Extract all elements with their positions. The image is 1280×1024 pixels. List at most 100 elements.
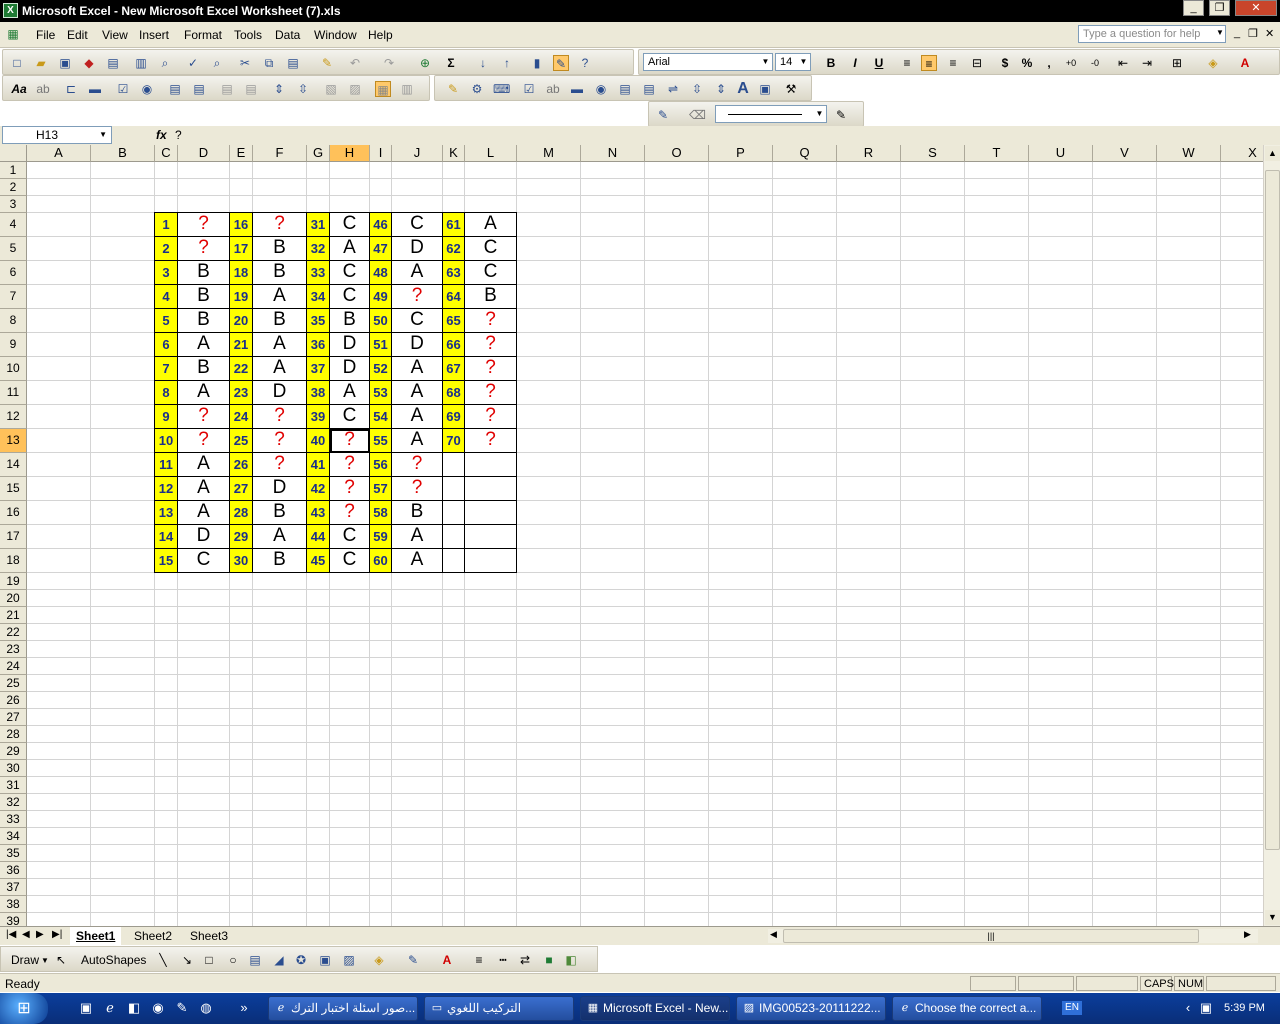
question-number-cell[interactable]: 45 <box>307 549 330 573</box>
question-number-cell[interactable]: 70 <box>443 429 465 453</box>
answer-cell[interactable]: D <box>392 333 443 357</box>
merge-center-icon[interactable]: ⊟ <box>969 55 985 71</box>
chevron-down-icon[interactable]: ▼ <box>41 956 49 965</box>
answer-cell[interactable]: ? <box>465 333 517 357</box>
formula-input[interactable]: ? <box>175 128 182 142</box>
column-header[interactable]: I <box>370 145 392 162</box>
group-box-icon[interactable]: ⊏ <box>63 81 79 97</box>
answer-cell[interactable]: ? <box>178 405 230 429</box>
answer-cell[interactable]: ? <box>392 453 443 477</box>
menu-format[interactable]: Format <box>184 28 222 42</box>
question-number-cell[interactable]: 55 <box>370 429 392 453</box>
question-number-cell[interactable]: 23 <box>230 381 253 405</box>
first-sheet-icon[interactable]: |◀ <box>6 929 16 940</box>
help-dropdown-icon[interactable]: ▼ <box>1216 28 1224 37</box>
increase-decimal-icon[interactable]: +0 <box>1063 55 1079 71</box>
question-number-cell[interactable]: 40 <box>307 429 330 453</box>
language-indicator[interactable]: EN <box>1062 1001 1082 1015</box>
answer-cell[interactable]: C <box>178 549 230 573</box>
underline-icon[interactable]: U <box>871 55 887 71</box>
ax-scroll-bar-icon[interactable]: ⇕ <box>713 81 729 97</box>
column-header[interactable]: N <box>581 145 645 162</box>
answer-cell[interactable] <box>443 501 465 525</box>
answer-cell[interactable]: C <box>330 285 370 309</box>
menu-view[interactable]: View <box>102 28 128 42</box>
align-center-icon[interactable]: ≡ <box>921 55 937 71</box>
command-button-icon[interactable]: ▬ <box>569 81 585 97</box>
question-number-cell[interactable]: 65 <box>443 309 465 333</box>
print-preview-icon[interactable]: ▥ <box>133 55 149 71</box>
question-number-cell[interactable]: 36 <box>307 333 330 357</box>
answer-cell[interactable]: A <box>253 285 307 309</box>
question-number-cell[interactable]: 42 <box>307 477 330 501</box>
preview-icon[interactable]: ⌕ <box>157 55 173 71</box>
font-name-combo[interactable]: Arial ▼ <box>643 53 773 71</box>
toggle-grid-icon[interactable]: ▦ <box>375 81 391 97</box>
answer-cell[interactable] <box>443 525 465 549</box>
combo-list-edit-icon[interactable]: ▤ <box>219 81 235 97</box>
answer-cell[interactable]: A <box>178 501 230 525</box>
task-button-5[interactable]: ℯ Choose the correct a... <box>892 996 1042 1021</box>
menu-file[interactable]: File <box>36 28 55 42</box>
fill-color-icon[interactable]: ◈ <box>1205 55 1221 71</box>
row-header[interactable]: 34 <box>0 828 27 845</box>
menu-help[interactable]: Help <box>368 28 393 42</box>
answer-cell[interactable]: D <box>330 357 370 381</box>
chevron-down-icon[interactable]: ▼ <box>798 55 809 69</box>
answer-cell[interactable]: B <box>330 309 370 333</box>
line-icon[interactable]: ╲ <box>155 952 171 968</box>
row-header[interactable]: 37 <box>0 879 27 896</box>
row-header[interactable]: 27 <box>0 709 27 726</box>
horizontal-scrollbar[interactable]: ◀ ||| ▶ <box>768 929 1258 943</box>
question-number-cell[interactable]: 34 <box>307 285 330 309</box>
more-icon[interactable]: » <box>236 1000 252 1016</box>
answer-cell[interactable]: B <box>253 237 307 261</box>
answer-cell[interactable]: C <box>330 405 370 429</box>
task-button-3[interactable]: ▦ Microsoft Excel - New... <box>580 996 730 1021</box>
question-number-cell[interactable]: 54 <box>370 405 392 429</box>
row-header[interactable]: 9 <box>0 333 27 357</box>
answer-cell[interactable]: D <box>392 237 443 261</box>
question-number-cell[interactable]: 67 <box>443 357 465 381</box>
column-header[interactable]: E <box>230 145 253 162</box>
previous-sheet-icon[interactable]: ◀ <box>22 929 30 940</box>
answer-cell[interactable]: A <box>253 357 307 381</box>
row-header[interactable]: 13 <box>0 429 27 453</box>
chevron-down-icon[interactable]: ▼ <box>760 55 771 69</box>
design-mode-icon[interactable]: ✎ <box>445 81 461 97</box>
shadow-style-icon[interactable]: ■ <box>541 952 557 968</box>
answer-cell[interactable]: C <box>465 237 517 261</box>
question-number-cell[interactable]: 30 <box>230 549 253 573</box>
line-color-icon[interactable]: ✎ <box>833 107 849 123</box>
help-icon[interactable]: ? <box>577 55 593 71</box>
row-header[interactable]: 33 <box>0 811 27 828</box>
answer-cell[interactable]: D <box>253 477 307 501</box>
more-controls-icon[interactable]: ⚒ <box>783 81 799 97</box>
answer-cell[interactable]: C <box>330 261 370 285</box>
answer-cell[interactable] <box>465 453 517 477</box>
answer-cell[interactable]: A <box>392 381 443 405</box>
row-header[interactable]: 7 <box>0 285 27 309</box>
last-sheet-icon[interactable]: ▶| <box>52 929 62 940</box>
italic-icon[interactable]: I <box>847 55 863 71</box>
question-number-cell[interactable]: 68 <box>443 381 465 405</box>
answer-cell[interactable] <box>443 549 465 573</box>
column-header[interactable]: A <box>27 145 91 162</box>
question-number-cell[interactable]: 1 <box>155 213 178 237</box>
answer-cell[interactable]: ? <box>392 285 443 309</box>
ax-image-icon[interactable]: ▣ <box>757 81 773 97</box>
column-header[interactable]: M <box>517 145 581 162</box>
question-number-cell[interactable]: 53 <box>370 381 392 405</box>
answer-cell[interactable]: A <box>330 237 370 261</box>
question-number-cell[interactable]: 15 <box>155 549 178 573</box>
help-search-input[interactable]: Type a question for help <box>1078 25 1226 43</box>
row-header[interactable]: 18 <box>0 549 27 573</box>
internet-explorer-icon[interactable]: ℯ <box>102 1000 118 1016</box>
row-header[interactable]: 8 <box>0 309 27 333</box>
question-number-cell[interactable]: 25 <box>230 429 253 453</box>
question-number-cell[interactable]: 61 <box>443 213 465 237</box>
name-box[interactable]: H13 ▼ <box>2 126 112 144</box>
row-header[interactable]: 19 <box>0 573 27 590</box>
task-button-4[interactable]: ▨ IMG00523-20111222... <box>736 996 886 1021</box>
hyperlink-icon[interactable]: ⊕ <box>417 55 433 71</box>
